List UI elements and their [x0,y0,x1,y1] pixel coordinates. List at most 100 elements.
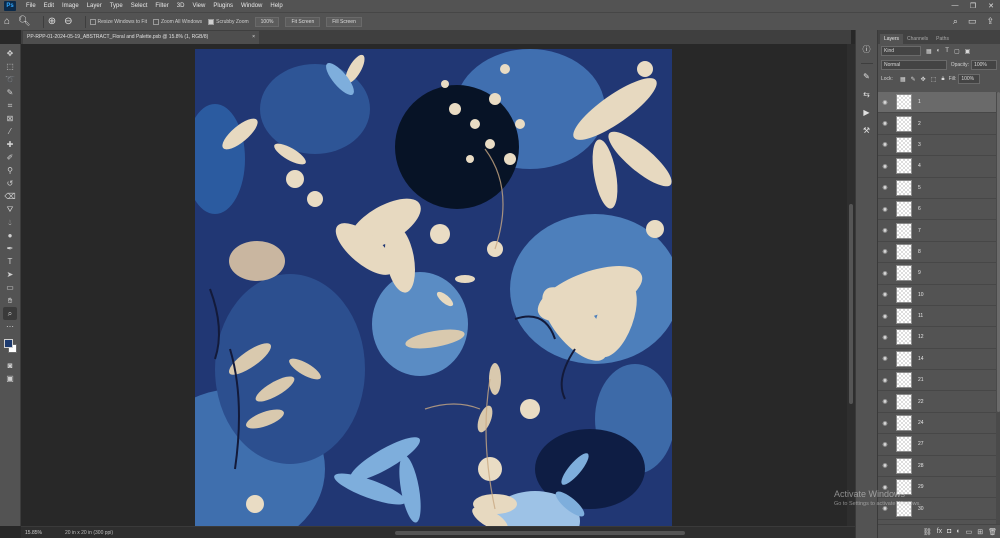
actions-play-icon[interactable]: ▶ [860,105,874,120]
share-icon[interactable]: ⇪ [986,16,994,27]
layer-row[interactable]: ◉ 24 [878,413,996,435]
menu-file[interactable]: File [22,3,40,9]
move-tool-icon[interactable]: ✥ [3,47,17,60]
layer-row[interactable]: ◉ 22 [878,391,996,413]
scrubby-zoom-checkbox[interactable]: Scrubby Zoom [208,18,249,25]
close-window-button[interactable]: ✕ [982,2,1000,10]
more-tools-icon[interactable]: ⋯ [3,320,17,333]
layer-row[interactable]: ◉ 21 [878,370,996,392]
horizontal-scrollbar-thumb[interactable] [395,530,685,535]
menu-image[interactable]: Image [58,3,83,9]
pen-tool-icon[interactable]: ✒ [3,242,17,255]
layer-row[interactable]: ◉ 4 [878,156,996,178]
layer-row[interactable]: ◉ 7 [878,220,996,242]
zoom-tool-icon[interactable]: ⌕ [3,307,17,320]
menu-type[interactable]: Type [106,3,127,9]
path-selection-tool-icon[interactable]: ➤ [3,268,17,281]
quick-mask-icon[interactable]: ◙ [3,359,17,372]
opacity-field[interactable]: 100% [971,60,997,70]
visibility-eye-icon[interactable]: ◉ [878,270,892,277]
menu-layer[interactable]: Layer [83,3,106,9]
menu-help[interactable]: Help [266,3,286,9]
fill-screen-button[interactable]: Fill Screen [326,16,362,27]
workspace-icon[interactable]: ▭ [968,16,977,27]
paint-bucket-tool-icon[interactable]: ⛛ [3,203,17,216]
layer-row[interactable]: ◉ 2 [878,113,996,135]
document-size-readout[interactable]: 20 in x 20 in (300 ppi) [65,530,325,536]
menu-filter[interactable]: Filter [151,3,172,9]
zoom-100-button[interactable]: 100% [254,16,280,27]
history-brush-tool-icon[interactable]: ↺ [3,177,17,190]
adjustment-layer-icon[interactable]: ◐ [956,528,960,535]
layer-row[interactable]: ◉ 6 [878,199,996,221]
layer-row[interactable]: ◉ 5 [878,178,996,199]
filter-shape-icon[interactable]: ▢ [954,48,960,55]
quick-selection-tool-icon[interactable]: ✎ [3,86,17,99]
filter-image-icon[interactable]: ▦ [926,48,932,55]
filter-type-icon[interactable]: T [945,48,949,54]
visibility-eye-icon[interactable]: ◉ [878,120,892,127]
restore-button[interactable]: ❐ [964,2,982,10]
visibility-eye-icon[interactable]: ◉ [878,355,892,362]
rectangle-tool-icon[interactable]: ▭ [3,281,17,294]
new-layer-icon[interactable]: ⊞ [977,528,983,536]
layer-style-icon[interactable]: fx [937,528,942,535]
color-swatches[interactable] [2,337,18,355]
layer-row[interactable]: ◉ 27 [878,434,996,456]
menu-view[interactable]: View [188,3,209,9]
tool-presets-icon[interactable]: ⚒ [860,123,874,138]
visibility-eye-icon[interactable]: ◉ [878,248,892,255]
tab-channels[interactable]: Channels [903,34,932,44]
artboard-tool-icon[interactable]: ⬚ [3,60,17,73]
hand-tool-icon[interactable]: ✋︎ [3,294,17,307]
type-tool-icon[interactable]: T [3,255,17,268]
new-group-icon[interactable]: ▭ [966,528,973,536]
zoom-tool-icon[interactable]: 🔍︎ [18,16,31,27]
layer-row[interactable]: ◉ 3 [878,135,996,157]
document-tab[interactable]: PP-RPP-01-2024-05-19_ABSTRACT_Floral and… [23,31,259,44]
zoom-all-windows-checkbox[interactable]: Zoom All Windows [153,18,202,25]
visibility-eye-icon[interactable]: ◉ [878,99,892,106]
tab-paths[interactable]: Paths [932,34,953,44]
layer-row[interactable]: ◉ 9 [878,263,996,285]
info-icon[interactable]: ⓘ [860,42,874,57]
home-icon[interactable]: ⌂ [4,16,10,27]
visibility-eye-icon[interactable]: ◉ [878,462,892,469]
lock-paint-icon[interactable]: ✎ [911,76,916,83]
lock-position-icon[interactable]: ✥ [921,76,926,83]
visibility-eye-icon[interactable]: ◉ [878,227,892,234]
lock-pixels-icon[interactable]: ▦ [900,76,906,83]
layer-row[interactable]: ◉ 8 [878,242,996,264]
zoom-level-readout[interactable]: 15.85% [25,530,65,536]
visibility-eye-icon[interactable]: ◉ [878,291,892,298]
dodge-tool-icon[interactable]: ● [3,229,17,242]
visibility-eye-icon[interactable]: ◉ [878,377,892,384]
fit-screen-button[interactable]: Fit Screen [285,16,321,27]
layer-row[interactable]: ◉ 28 [878,456,996,478]
search-icon[interactable]: ⌕ [953,16,958,27]
visibility-eye-icon[interactable]: ◉ [878,313,892,320]
visibility-eye-icon[interactable]: ◉ [878,163,892,170]
floral-pattern-artwork[interactable] [195,49,672,526]
minimize-button[interactable]: — [946,2,964,10]
layer-row[interactable]: ◉ 10 [878,285,996,306]
photoshop-logo[interactable]: Ps [4,1,16,11]
blend-mode-select[interactable]: Normal [881,60,947,70]
close-tab-button[interactable]: × [252,31,255,44]
delete-layer-icon[interactable]: 🗑︎ [988,528,997,536]
layers-scrollbar[interactable] [996,92,1000,524]
visibility-eye-icon[interactable]: ◉ [878,141,892,148]
clone-stamp-tool-icon[interactable]: ⚲ [3,164,17,177]
link-layers-icon[interactable]: ⛓ [923,528,932,536]
menu-plugins[interactable]: Plugins [209,3,237,9]
layer-row[interactable]: ◉ 11 [878,306,996,328]
tab-layers[interactable]: Layers [880,34,904,44]
kind-filter-select[interactable]: Kind [881,46,921,56]
scrollbar-thumb[interactable] [849,204,853,404]
visibility-eye-icon[interactable]: ◉ [878,206,892,213]
foreground-color-swatch[interactable] [4,339,13,348]
zoom-out-icon[interactable]: ⊖ [64,16,72,27]
menu-3d[interactable]: 3D [173,3,189,9]
visibility-eye-icon[interactable]: ◉ [878,441,892,448]
brush-settings-icon[interactable]: ✎ [860,69,874,84]
